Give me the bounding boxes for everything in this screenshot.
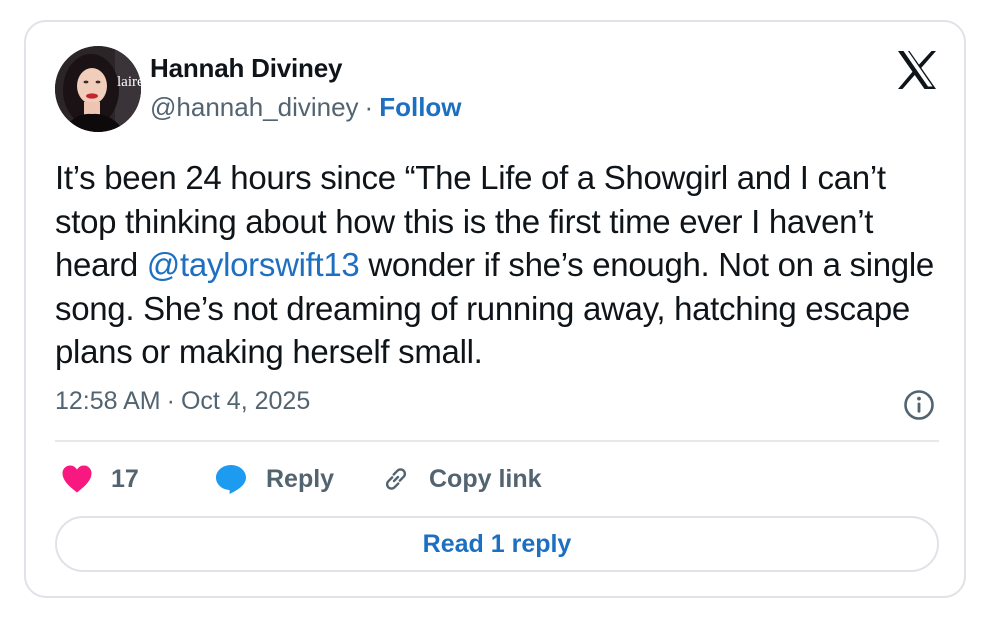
info-icon[interactable]	[903, 389, 935, 421]
read-replies-label: Read 1 reply	[422, 529, 572, 558]
link-icon	[381, 464, 411, 494]
speech-bubble-icon	[214, 463, 248, 495]
like-count: 17	[111, 464, 139, 493]
timestamp-separator: ·	[166, 387, 175, 415]
action-bar: 17 Reply Copy link	[55, 459, 655, 499]
tweet-card: laire Hannah Diviney @hannah_diviney · Fol…	[24, 20, 966, 598]
copy-link-button[interactable]: Copy link	[381, 459, 542, 499]
avatar-image: laire	[55, 46, 141, 132]
avatar-watermark-text: laire	[117, 74, 141, 90]
tweet-timestamp[interactable]: 12:58 AM · Oct 4, 2025	[55, 387, 310, 416]
x-logo-icon[interactable]	[896, 50, 938, 90]
heart-icon	[61, 464, 93, 494]
timestamp-time: 12:58 AM	[55, 387, 161, 415]
reply-label: Reply	[266, 464, 335, 493]
tweet-text: It’s been 24 hours since “The Life of a …	[55, 156, 935, 374]
copy-link-label: Copy link	[429, 464, 542, 493]
reply-button[interactable]: Reply	[214, 459, 334, 499]
timestamp-date: Oct 4, 2025	[180, 387, 311, 415]
divider	[55, 440, 939, 442]
follow-button[interactable]: Follow	[379, 92, 461, 122]
mention-link[interactable]: @taylorswift13	[147, 246, 360, 283]
handle-separator: ·	[364, 92, 374, 122]
author-handle-row: @hannah_diviney · Follow	[150, 92, 462, 123]
author-name[interactable]: Hannah Diviney	[150, 53, 342, 84]
author-avatar[interactable]: laire	[55, 46, 141, 132]
author-handle[interactable]: @hannah_diviney	[150, 92, 359, 122]
like-button[interactable]: 17	[61, 459, 139, 499]
read-replies-button[interactable]: Read 1 reply	[55, 516, 939, 572]
